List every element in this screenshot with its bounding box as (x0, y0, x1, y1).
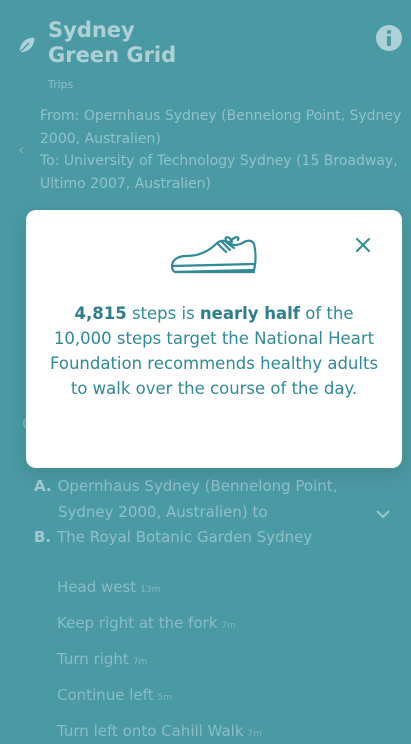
point-a-text-cont: Sydney 2000, Australien) to (58, 502, 268, 521)
list-item[interactable]: Turn left onto Cahill Walk 7m (57, 720, 262, 744)
point-b-text: The Royal Botanic Garden Sydney (57, 528, 313, 546)
directions-header[interactable]: A. Opernhaus Sydney (Bennelong Point, Syd… (34, 474, 404, 551)
chevron-left-icon[interactable]: ‹ (18, 140, 24, 159)
list-item[interactable]: Turn right 7m (57, 648, 262, 684)
list-item[interactable]: Continue left 5m (57, 684, 262, 720)
steps-emphasis: nearly half (199, 304, 300, 323)
info-icon[interactable] (375, 24, 403, 52)
steps-count: 4,815 (74, 304, 127, 323)
app-brand: Sydney Green Grid (48, 18, 176, 68)
brand-subtitle: Trips (48, 78, 74, 91)
steps-message: 4,815 steps is nearly half of the 10,000… (46, 301, 382, 401)
point-b-label: B. (34, 528, 52, 546)
steps-text-1: steps is (126, 304, 200, 323)
route-summary: From: Opernhaus Sydney (Bennelong Point,… (40, 105, 411, 195)
step-list: Head west 13m Keep right at the fork 7m Tu… (57, 576, 262, 744)
steps-info-modal: 4,815 steps is nearly half of the 10,000… (26, 210, 402, 468)
brand-line-1: Sydney (48, 18, 135, 42)
brand-line-2: Green Grid (48, 43, 177, 67)
close-button[interactable] (352, 234, 374, 256)
list-item[interactable]: Head west 13m (57, 576, 262, 612)
chevron-down-icon[interactable] (374, 505, 392, 523)
route-from: From: Opernhaus Sydney (Bennelong Point,… (40, 108, 402, 147)
point-a-text: Opernhaus Sydney (Bennelong Point, (57, 477, 338, 495)
close-icon[interactable] (356, 238, 370, 252)
sneaker-icon (170, 236, 257, 274)
leaf-icon (19, 37, 35, 53)
route-to: To: University of Technology Sydney (15 … (40, 153, 398, 192)
point-a-label: A. (34, 477, 52, 495)
list-item[interactable]: Keep right at the fork 7m (57, 612, 262, 648)
